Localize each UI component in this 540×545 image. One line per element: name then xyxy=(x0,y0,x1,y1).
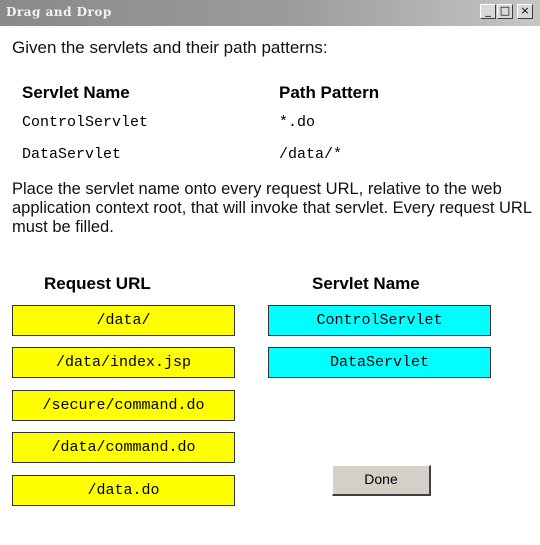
request-url-header: Request URL xyxy=(44,274,151,293)
path-pattern-column-header: Path Pattern xyxy=(279,83,380,102)
path-pattern-cell: /data/* xyxy=(279,146,343,163)
request-url-drop-target[interactable]: /data/command.do xyxy=(12,432,235,463)
path-pattern-cell: *.do xyxy=(279,114,316,131)
request-url-drop-target[interactable]: /data/ xyxy=(12,305,235,336)
close-button[interactable]: × xyxy=(517,4,533,19)
instructions-text: Place the servlet name onto every reques… xyxy=(12,180,532,236)
minimize-button[interactable]: _ xyxy=(480,4,496,19)
intro-text: Given the servlets and their path patter… xyxy=(12,38,328,57)
title-bar[interactable]: Drag and Drop _ □ × xyxy=(0,0,540,26)
request-url-drop-target[interactable]: /data/index.jsp xyxy=(12,347,235,378)
request-url-drop-target[interactable]: /data.do xyxy=(12,475,235,506)
draggable-servlet-control[interactable]: ControlServlet xyxy=(268,305,491,336)
maximize-button[interactable]: □ xyxy=(497,4,513,19)
servlet-name-header: Servlet Name xyxy=(312,274,420,293)
servlet-name-column-header: Servlet Name xyxy=(22,83,130,102)
draggable-servlet-data[interactable]: DataServlet xyxy=(268,347,491,378)
window-title: Drag and Drop xyxy=(6,5,112,19)
servlet-name-cell: DataServlet xyxy=(22,146,122,163)
request-url-drop-target[interactable]: /secure/command.do xyxy=(12,390,235,421)
servlet-name-cell: ControlServlet xyxy=(22,114,149,131)
done-button[interactable]: Done xyxy=(332,465,431,496)
